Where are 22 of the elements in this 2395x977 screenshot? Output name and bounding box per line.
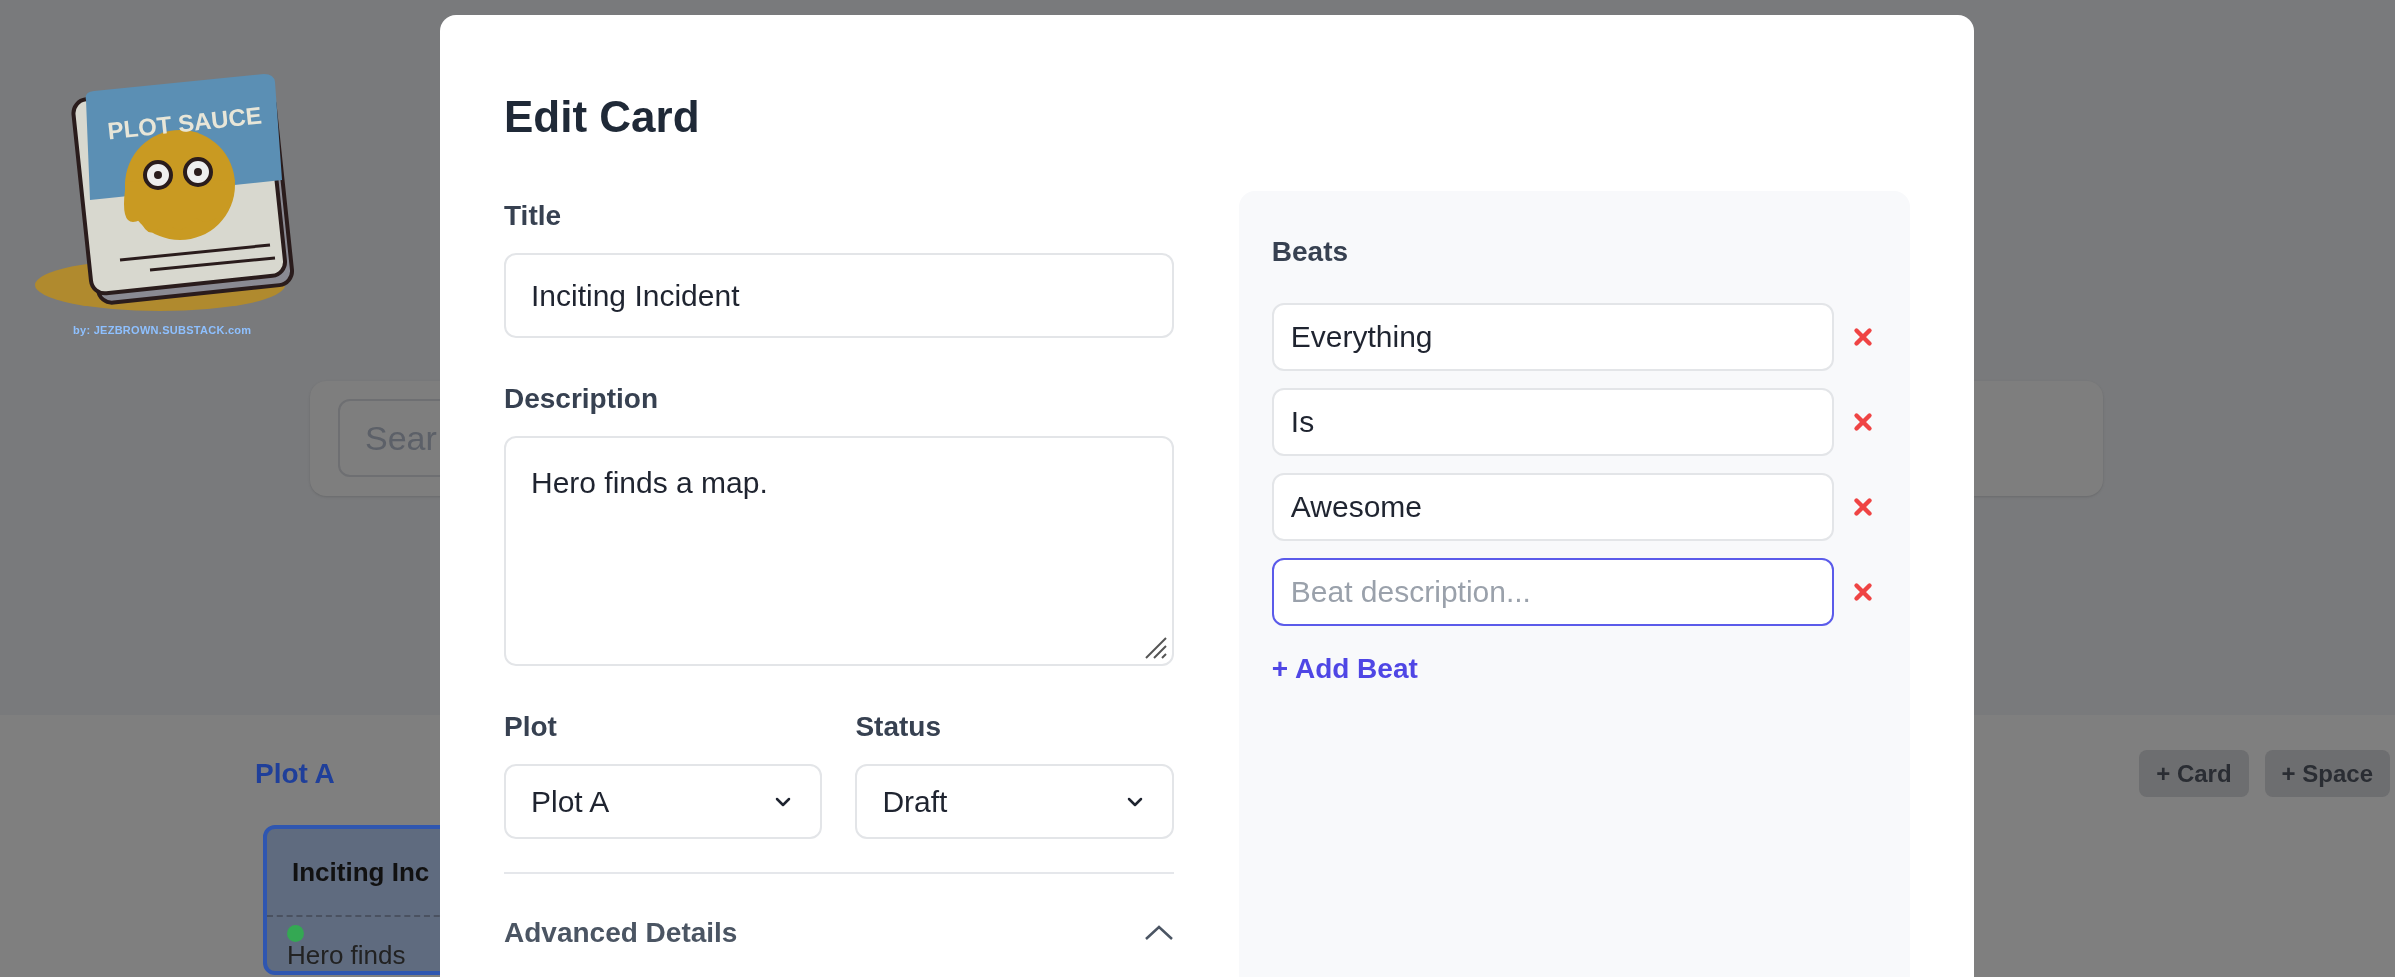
add-beat-link[interactable]: + Add Beat	[1271, 648, 1418, 690]
field-label: Description	[504, 382, 660, 416]
select-field[interactable]: Plot A	[504, 764, 823, 839]
plot-heading: Plot A	[255, 756, 335, 791]
description-field[interactable]: Hero finds a map.	[504, 436, 1174, 666]
field-label: Title	[504, 199, 563, 233]
card-description: Hero finds	[287, 942, 407, 968]
credit-text: by: JEZBROWN.SUBSTACK.com	[73, 323, 252, 338]
field-label: Plot	[504, 710, 558, 744]
beats-label: Beats	[1271, 235, 1350, 269]
select-field[interactable]: Draft	[855, 764, 1174, 839]
chevron-up-icon	[1143, 925, 1174, 941]
card-title: Inciting Inc	[292, 855, 430, 889]
beat-field[interactable]: Is	[1271, 388, 1834, 456]
advanced-details-toggle[interactable]: Advanced Details	[504, 912, 1174, 954]
field-label: Status	[855, 710, 942, 744]
beat-field[interactable]: Everything	[1271, 303, 1834, 371]
logo-title: PLOT SAUCE	[106, 101, 263, 145]
dialog-title: Edit Card	[504, 95, 701, 139]
beat-field[interactable]: Beat description...	[1271, 558, 1834, 626]
beat-field[interactable]: Awesome	[1271, 473, 1834, 541]
title-field[interactable]: Inciting Incident	[504, 253, 1174, 338]
